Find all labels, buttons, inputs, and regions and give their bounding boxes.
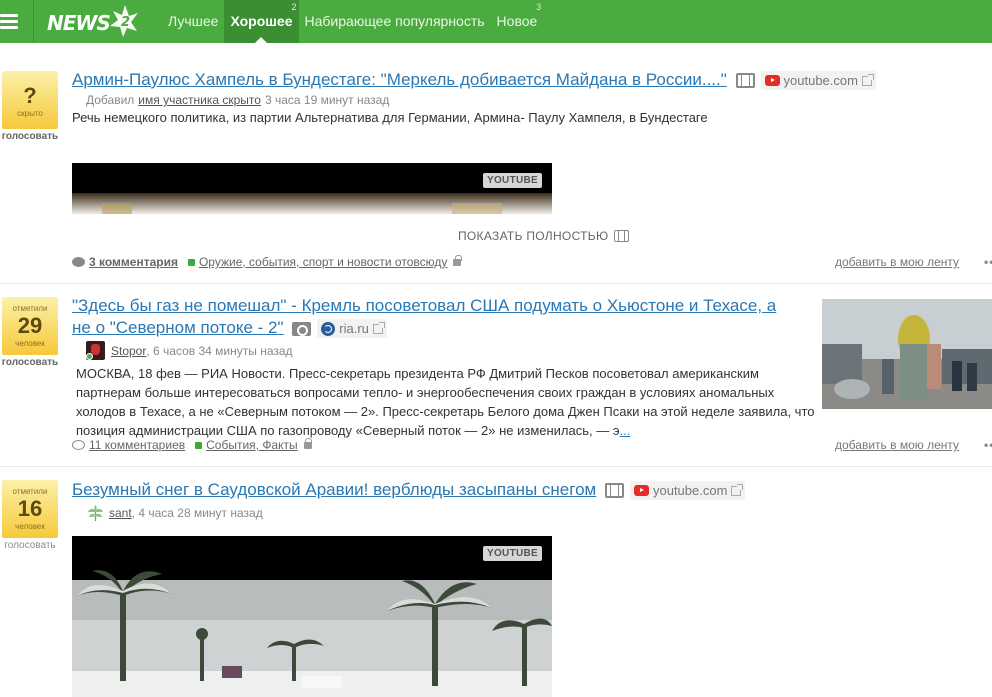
post-footer: 11 комментариев События, Факты добавить … (72, 437, 992, 456)
show-full-label: ПОКАЗАТЬ ПОЛНОСТЬЮ (458, 229, 609, 243)
source-link[interactable]: ria.ru (317, 319, 387, 339)
vote-status: скрыто (17, 108, 43, 118)
post-time: , 6 часов 34 минуты назад (146, 343, 293, 358)
video-thumbnail (72, 536, 552, 697)
vote-widget: ? скрыто голосовать (1, 71, 59, 142)
description-text: МОСКВА, 18 фев — РИА Новости. Пресс-секр… (76, 366, 815, 438)
post-time: , 4 часа 28 минут назад (131, 505, 263, 520)
post-thumbnail[interactable] (822, 299, 992, 409)
read-more-link[interactable]: ... (620, 423, 631, 438)
post-title-link[interactable]: Армин-Паулюс Хампель в Бундестаге: "Мерк… (72, 70, 727, 89)
vote-box[interactable]: отметили 29 человек (2, 297, 58, 355)
post-title-link[interactable]: "Здесь бы газ не помешал" - Кремль посов… (72, 296, 776, 315)
post-title-row: "Здесь бы газ не помешал" - Кремль посов… (72, 295, 776, 316)
vote-box[interactable]: ? скрыто (2, 71, 58, 129)
source-domain: youtube.com (652, 483, 728, 499)
tab-trending[interactable]: Набирающее популярность (299, 0, 491, 43)
svg-text:2: 2 (121, 15, 130, 30)
post-description: Речь немецкого политика, из партии Альте… (72, 110, 708, 125)
tab-badge: 2 (291, 2, 297, 12)
vote-widget: отметили 29 человек голосовать (1, 297, 59, 368)
post-divider (0, 283, 992, 284)
author-link[interactable]: имя участника скрыто (138, 92, 261, 108)
video-embed[interactable]: YOUTUBE (72, 536, 552, 697)
post-title-row: Армин-Паулюс Хампель в Бундестаге: "Мерк… (72, 69, 876, 91)
video-embed[interactable]: YOUTUBE (72, 163, 552, 214)
more-options-icon[interactable]: ••• (984, 255, 992, 269)
vote-top-label: отметили (12, 304, 48, 313)
vote-bottom-label: человек (15, 522, 45, 531)
divider (33, 0, 34, 43)
top-navigation-bar: NEWS 2 Лучшее Хорошее 2 Набирающее популя… (0, 0, 992, 43)
post-title-row: Безумный снег в Саудовской Аравии! вербл… (72, 479, 746, 501)
youtube-icon (764, 75, 780, 87)
external-link-icon (861, 73, 874, 86)
category-link[interactable]: Оружие, события, спорт и новости отовсюд… (199, 255, 447, 269)
vote-button[interactable]: голосовать (1, 357, 59, 368)
vote-count: ? (23, 82, 37, 108)
source-link[interactable]: youtube.com (629, 481, 746, 501)
comment-icon (72, 257, 85, 267)
video-icon (604, 483, 624, 499)
added-by-label: Добавил (86, 93, 135, 107)
category-marker (187, 258, 195, 266)
youtube-icon (633, 485, 649, 497)
comments-link[interactable]: 11 комментариев (89, 438, 185, 452)
video-icon (614, 230, 630, 242)
ria-icon (321, 321, 336, 336)
youtube-badge: YOUTUBE (483, 173, 542, 188)
post-meta: sant, 4 часа 28 минут назад (86, 503, 263, 522)
post-divider (0, 466, 992, 467)
video-icon (735, 73, 755, 89)
post-time: 3 часа 19 минут назад (264, 93, 390, 107)
author-link[interactable]: Stopor (111, 343, 146, 359)
comment-icon (72, 440, 85, 450)
logo-star-icon: 2 (110, 5, 138, 37)
photo-icon (292, 321, 312, 336)
vote-button[interactable]: голосовать (1, 131, 59, 142)
tab-new[interactable]: Новое 3 (491, 0, 544, 43)
source-link[interactable]: youtube.com (760, 71, 876, 91)
source-domain: ria.ru (339, 321, 369, 337)
category-marker (195, 441, 203, 449)
tab-badge: 3 (536, 2, 542, 12)
comments-link[interactable]: 3 комментария (89, 255, 178, 269)
vote-box[interactable]: отметили 16 человек (2, 480, 58, 538)
youtube-badge: YOUTUBE (483, 546, 542, 561)
external-link-icon (372, 321, 385, 334)
logo-text: NEWS (47, 11, 111, 35)
add-to-feed-link[interactable]: добавить в мою ленту (835, 438, 959, 452)
external-link-icon (731, 483, 744, 496)
lock-icon (453, 254, 462, 266)
post-title-link[interactable]: не о "Северном потоке - 2" (72, 318, 284, 337)
post-footer: 3 комментария Оружие, события, спорт и н… (72, 254, 992, 273)
vote-top-label: отметили (12, 487, 48, 496)
tab-best[interactable]: Лучшее (162, 0, 224, 43)
more-options-icon[interactable]: ••• (984, 438, 992, 452)
vote-bottom-label: человек (15, 339, 45, 348)
logo[interactable]: NEWS 2 (47, 4, 139, 38)
post-title-row: не о "Северном потоке - 2" ria.ru (72, 317, 387, 339)
post-meta: Добавил имя участника скрыто 3 часа 19 м… (86, 92, 389, 108)
user-avatar[interactable] (86, 341, 105, 360)
user-avatar-icon[interactable] (86, 503, 105, 522)
lock-icon (303, 437, 313, 449)
vote-button[interactable]: голосовать (1, 540, 59, 551)
author-link[interactable]: sant (109, 505, 132, 521)
vote-count: 29 (17, 313, 43, 338)
category-link[interactable]: События, Факты (206, 438, 298, 452)
post-meta: Stopor, 6 часов 34 минуты назад (86, 341, 293, 360)
vote-widget: отметили 16 человек голосовать (1, 480, 59, 551)
thumbnail-image (822, 299, 992, 409)
source-domain: youtube.com (783, 73, 858, 89)
add-to-feed-link[interactable]: добавить в мою ленту (835, 255, 959, 269)
main-tabs: Лучшее Хорошее 2 Набирающее популярность … (162, 0, 543, 43)
post-description: МОСКВА, 18 фев — РИА Новости. Пресс-секр… (76, 364, 816, 440)
tab-good[interactable]: Хорошее 2 (224, 0, 299, 43)
vote-count: 16 (17, 496, 43, 521)
show-full-button[interactable]: ПОКАЗАТЬ ПОЛНОСТЬЮ (458, 229, 630, 243)
menu-icon[interactable] (0, 8, 20, 34)
post-title-link[interactable]: Безумный снег в Саудовской Аравии! вербл… (72, 480, 596, 499)
online-indicator (86, 353, 93, 360)
